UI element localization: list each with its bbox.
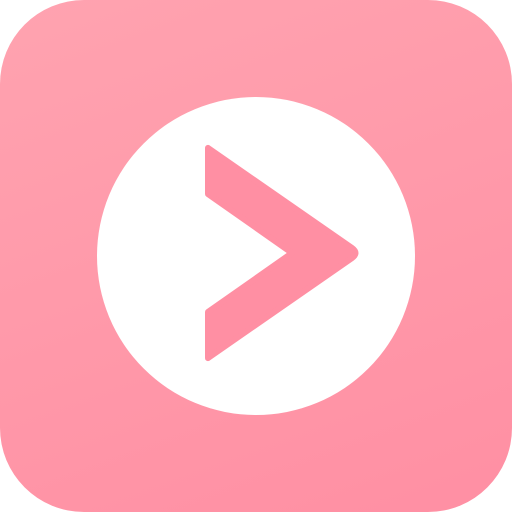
play-chevron-icon bbox=[205, 144, 359, 362]
play-disc bbox=[97, 97, 415, 415]
app-icon[interactable] bbox=[0, 0, 512, 512]
chevron-shape bbox=[205, 144, 359, 362]
